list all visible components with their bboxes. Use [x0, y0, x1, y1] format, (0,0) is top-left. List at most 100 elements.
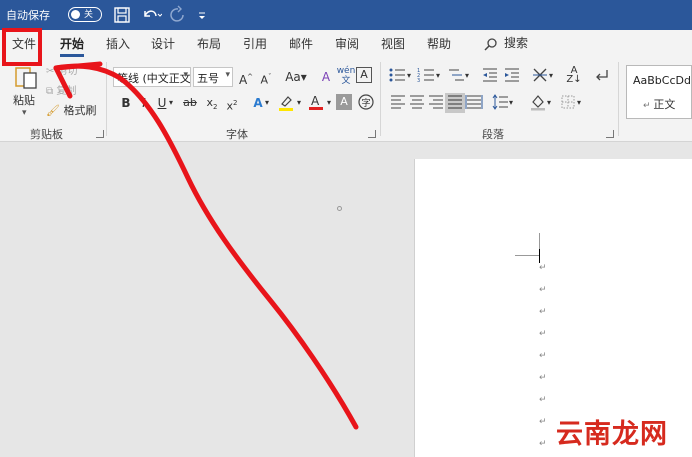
paragraph-mark: ↵	[539, 329, 547, 339]
tab-insert[interactable]: 插入	[106, 35, 130, 52]
chevron-down-icon[interactable]: ▾	[404, 66, 414, 86]
tab-help[interactable]: 帮助	[427, 35, 451, 52]
subscript-icon[interactable]: x2	[202, 93, 222, 113]
svg-text:字: 字	[362, 97, 371, 109]
chevron-down-icon: ▾	[225, 70, 230, 80]
save-icon[interactable]	[112, 5, 132, 25]
justify-icon[interactable]	[445, 93, 465, 113]
copy-label: 复制	[56, 86, 77, 97]
distributed-icon[interactable]	[464, 93, 484, 113]
paste-dropdown-icon[interactable]: ▾	[22, 108, 27, 118]
font-group-label: 字体	[226, 128, 248, 141]
autosave-toggle[interactable]: 关	[68, 7, 102, 22]
margin-corner-mark	[515, 255, 539, 256]
italic-icon[interactable]: I	[134, 93, 154, 113]
bold-icon[interactable]: B	[116, 93, 136, 113]
clear-formatting-icon[interactable]: A	[316, 67, 336, 87]
paragraph-mark: ↵	[539, 373, 547, 383]
style-sample-text: AaBbCcDd	[633, 74, 691, 87]
paragraph-mark: ↵	[539, 285, 547, 295]
grow-font-icon[interactable]: A^	[236, 67, 256, 87]
superscript-icon[interactable]: x2	[222, 93, 242, 113]
search-box[interactable]: 搜索	[484, 34, 528, 51]
shrink-font-icon[interactable]: Aˇ	[256, 67, 276, 87]
group-divider	[618, 62, 619, 136]
group-divider	[106, 62, 107, 136]
show-hide-marks-icon[interactable]	[592, 66, 612, 86]
file-tab-highlight	[2, 28, 42, 66]
sort-icon[interactable]: A Z↓	[564, 66, 584, 86]
paste-button[interactable]: 粘贴	[13, 92, 35, 108]
character-border-icon[interactable]: A	[356, 67, 372, 83]
chevron-down-icon[interactable]: ▾	[506, 93, 516, 113]
chevron-down-icon[interactable]: ▾	[546, 66, 556, 86]
paste-icon[interactable]	[14, 65, 40, 94]
clipboard-launcher-icon[interactable]	[96, 130, 104, 138]
autosave-state: 关	[84, 10, 94, 20]
style-name: 正文	[653, 98, 676, 111]
toggle-knob	[71, 10, 80, 19]
svg-text:3: 3	[417, 78, 420, 84]
title-bar: 自动保存 关	[0, 0, 692, 30]
font-size-combo[interactable]: 五号 ▾	[193, 67, 233, 87]
align-center-icon[interactable]	[407, 93, 427, 113]
style-name-label: ↵ 正文	[643, 96, 675, 112]
tab-references[interactable]: 引用	[243, 35, 267, 52]
format-painter-label: 格式刷	[63, 104, 97, 117]
character-shading-icon[interactable]: A	[336, 94, 352, 110]
change-case-icon[interactable]: Aa▾	[282, 67, 310, 87]
chevron-down-icon[interactable]: ▾	[262, 93, 272, 113]
cut-button[interactable]: ✂ 剪切	[46, 62, 78, 77]
format-painter-icon: 🖌	[46, 104, 60, 117]
tab-mailings[interactable]: 邮件	[289, 35, 313, 52]
ribbon-tabs: 文件 开始 插入 设计 布局 引用 邮件 审阅 视图 帮助 搜索	[0, 30, 692, 58]
chevron-down-icon: ▾	[183, 70, 188, 80]
align-left-icon[interactable]	[388, 93, 408, 113]
tab-layout[interactable]: 布局	[197, 35, 221, 52]
paragraph-launcher-icon[interactable]	[606, 130, 614, 138]
font-name-combo[interactable]: 等线 (中文正文) ▾	[113, 67, 191, 87]
tab-home[interactable]: 开始	[60, 35, 85, 57]
cut-label: 剪切	[57, 66, 78, 77]
decrease-indent-icon[interactable]	[480, 66, 500, 86]
strikethrough-icon[interactable]: ab	[180, 93, 200, 113]
font-name-value: 等线 (中文正文)	[117, 72, 191, 85]
chevron-down-icon[interactable]: ▾	[294, 93, 304, 113]
font-size-value: 五号	[197, 72, 219, 85]
format-painter-button[interactable]: 🖌 格式刷	[46, 102, 96, 118]
tab-design[interactable]: 设计	[151, 35, 175, 52]
tab-view[interactable]: 视图	[381, 35, 405, 52]
chevron-down-icon[interactable]: ▾	[574, 93, 584, 113]
chevron-down-icon[interactable]: ▾	[462, 66, 472, 86]
workspace-dot	[337, 206, 342, 211]
copy-button[interactable]: ⧉ 复制	[46, 82, 76, 97]
chevron-down-icon[interactable]: ▾	[166, 93, 176, 113]
enclose-characters-icon[interactable]: 字	[356, 93, 376, 113]
search-label: 搜索	[504, 36, 529, 50]
svg-text:A: A	[311, 94, 320, 108]
undo-icon[interactable]	[140, 5, 163, 25]
ribbon: 粘贴 ▾ ✂ 剪切 ⧉ 复制 🖌 格式刷 剪贴板 等线 (中文正文) ▾ 五号 ▾ …	[0, 58, 692, 142]
phonetic-guide-icon[interactable]: wén 文	[336, 66, 356, 86]
align-right-icon[interactable]	[426, 93, 446, 113]
customize-toolbar-icon[interactable]	[196, 5, 216, 25]
watermark: 云南龙网	[556, 419, 668, 450]
text-cursor	[539, 249, 540, 263]
paragraph-mark: ↵	[539, 263, 547, 273]
tab-review[interactable]: 审阅	[335, 35, 359, 52]
autosave-label: 自动保存	[6, 9, 50, 22]
paragraph-group-label: 段落	[482, 128, 504, 141]
document-area[interactable]: ↵ ↵ ↵ ↵ ↵ ↵ ↵ ↵ ↵	[0, 142, 692, 457]
font-launcher-icon[interactable]	[368, 130, 376, 138]
paragraph-mark: ↵	[539, 439, 547, 449]
group-divider	[380, 62, 381, 136]
font-color-icon[interactable]: A	[306, 93, 326, 113]
clipboard-group-label: 剪贴板	[30, 128, 63, 141]
highlight-icon[interactable]	[276, 93, 296, 113]
style-normal[interactable]: AaBbCcDd ↵ 正文	[626, 65, 692, 119]
chevron-down-icon[interactable]: ▾	[324, 93, 334, 113]
redo-icon[interactable]	[168, 5, 188, 25]
chevron-down-icon[interactable]: ▾	[544, 93, 554, 113]
increase-indent-icon[interactable]	[502, 66, 522, 86]
chevron-down-icon[interactable]: ▾	[433, 66, 443, 86]
